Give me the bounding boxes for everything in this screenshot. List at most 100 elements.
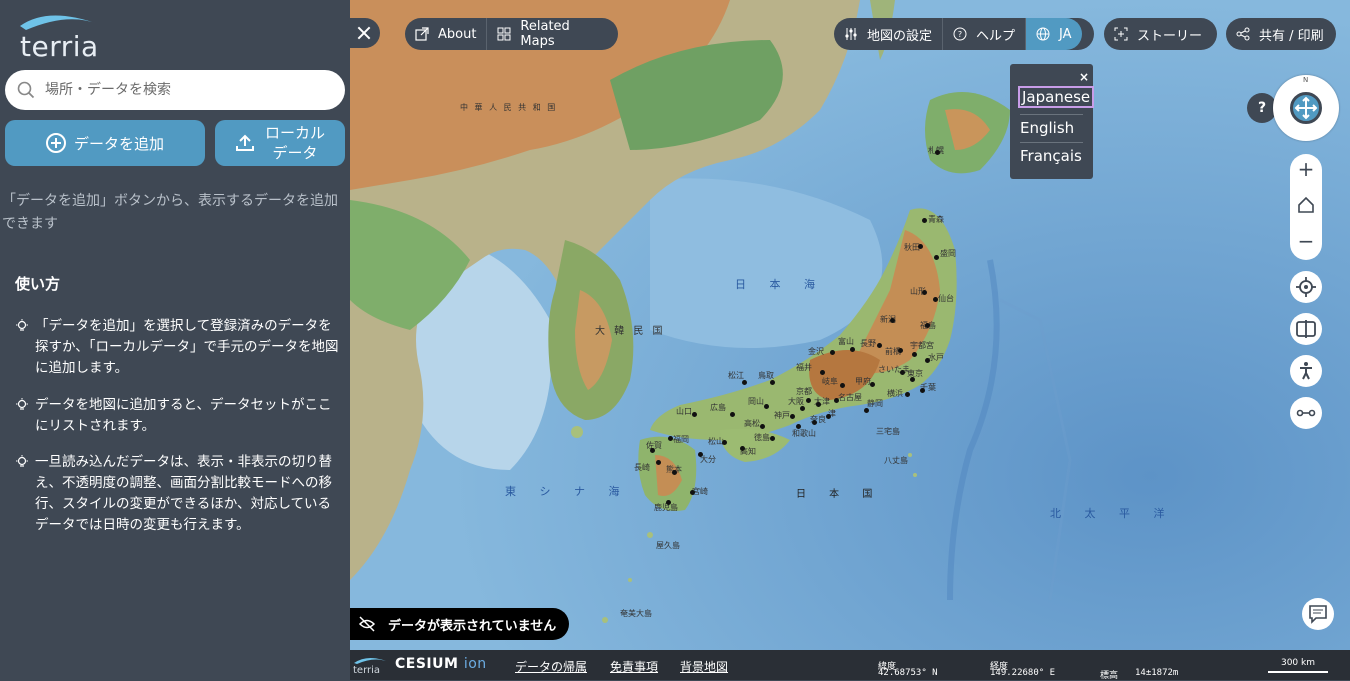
elevation-label: 標高	[1100, 671, 1119, 681]
map-canvas[interactable]: 日 本 海 東 シ ナ 海 北 太 平 洋 日 本 国 大 韓 民 国 中 華 …	[350, 0, 1350, 680]
my-location-button[interactable]	[1290, 271, 1322, 303]
city-marker	[816, 402, 821, 407]
language-option-english[interactable]: English	[1020, 119, 1074, 137]
feedback-button[interactable]	[1302, 598, 1334, 630]
city-marker	[905, 392, 910, 397]
city-label: 名古屋	[838, 393, 862, 402]
city-label: 長野	[860, 339, 876, 348]
story-icon	[1114, 27, 1128, 41]
local-data-label-2: データ	[272, 144, 318, 162]
lightbulb-icon	[16, 455, 28, 467]
city-marker	[840, 383, 845, 388]
add-data-button[interactable]: データを追加	[5, 120, 205, 166]
map-settings-button[interactable]: 地図の設定	[834, 18, 942, 50]
city-label: 長崎	[634, 463, 650, 472]
search-box[interactable]	[5, 70, 345, 110]
city-label: 岐阜	[822, 377, 838, 386]
upload-icon	[235, 134, 254, 151]
hidden-layer-icon	[358, 616, 376, 632]
city-marker	[770, 380, 775, 385]
city-label: 岡山	[748, 397, 764, 406]
compass-move-icon[interactable]	[1290, 92, 1322, 124]
city-marker	[722, 440, 727, 445]
divider	[1020, 114, 1083, 115]
story-button[interactable]: ストーリー	[1104, 18, 1217, 50]
city-label: 甲府	[855, 377, 871, 386]
tip-text: 「データを追加」を選択して登録済みのデータを探すか、「ローカルデータ」で手元のデ…	[35, 318, 339, 376]
city-label: 高松	[744, 419, 760, 428]
related-maps-button[interactable]: Related Maps	[486, 18, 618, 50]
zoom-control: + −	[1290, 154, 1322, 260]
close-icon[interactable]: ×	[1079, 70, 1089, 84]
terria-small-logo[interactable]: terria	[353, 665, 380, 676]
help-button[interactable]: ? ヘルプ	[942, 18, 1025, 50]
city-marker	[870, 382, 875, 387]
share-print-button[interactable]: 共有 / 印刷	[1226, 18, 1336, 50]
grid-icon	[497, 27, 511, 41]
howto-title: 使い方	[15, 275, 61, 293]
japan-label: 日 本 国	[796, 489, 883, 500]
local-data-button[interactable]: ローカル データ	[215, 120, 345, 166]
related-maps-label: Related Maps	[520, 19, 570, 49]
scale-bar: 300 km	[1268, 658, 1328, 673]
city-marker	[742, 380, 747, 385]
tip-item: 「データを追加」を選択して登録済みのデータを探すか、「ローカルデータ」で手元のデ…	[15, 316, 340, 379]
city-label: 神戸	[774, 411, 790, 420]
scale-label: 300 km	[1280, 658, 1316, 668]
help-circle-icon: ?	[953, 27, 967, 41]
elevation-value: 14±1872m	[1135, 668, 1179, 678]
basemap-credit-link[interactable]: 背景地図	[680, 658, 728, 675]
home-button[interactable]	[1290, 190, 1322, 220]
logo-text: terria	[20, 30, 99, 63]
no-data-status: データが表示されていません	[350, 608, 569, 640]
split-compare-button[interactable]	[1290, 313, 1322, 345]
measure-icon	[1296, 409, 1316, 417]
city-label: 八丈島	[884, 456, 908, 465]
city-marker	[912, 352, 917, 357]
cesium-label: CESIUM	[395, 656, 459, 672]
measure-tool-button[interactable]	[1290, 397, 1322, 429]
bottom-bar: terria CESIUM ion データの帰属 免責事項 背景地図 緯度 42…	[350, 650, 1350, 681]
close-workbench-button[interactable]	[350, 18, 380, 48]
zoom-out-button[interactable]: −	[1290, 226, 1322, 256]
city-label: さいたま	[878, 365, 910, 374]
city-label: 横浜	[887, 389, 903, 398]
divider	[1020, 142, 1083, 143]
language-button[interactable]: JA	[1025, 18, 1082, 50]
compass[interactable]: N	[1273, 75, 1339, 141]
empty-workbench-hint: 「データを追加」ボタンから、表示するデータを追加できます	[2, 193, 338, 232]
scale-line	[1268, 671, 1328, 673]
map-settings-label: 地図の設定	[867, 28, 933, 44]
city-marker	[740, 446, 745, 451]
city-label: 仙台	[938, 294, 954, 303]
about-button[interactable]: About	[405, 18, 486, 50]
city-label: 福岡	[673, 435, 689, 444]
cesium-ion-logo[interactable]: CESIUM ion	[395, 656, 487, 672]
search-icon	[17, 81, 35, 99]
no-data-label: データが表示されていません	[388, 618, 557, 634]
tip-item: データを地図に追加すると、データセットがここにリストされます。	[15, 395, 340, 437]
city-marker	[864, 408, 869, 413]
globe-icon	[1036, 27, 1050, 41]
latitude-value: 42.68753° N	[878, 668, 938, 678]
home-icon	[1298, 196, 1314, 213]
language-option-japanese[interactable]: Japanese	[1018, 86, 1095, 108]
search-input[interactable]	[45, 78, 335, 102]
city-marker	[650, 448, 655, 453]
accessibility-button[interactable]	[1290, 355, 1322, 387]
data-attribution-link[interactable]: データの帰属	[515, 658, 587, 675]
city-label: 盛岡	[940, 249, 956, 258]
external-link-icon	[415, 27, 429, 41]
city-marker	[656, 460, 661, 465]
city-marker	[730, 412, 735, 417]
east-china-sea-label: 東 シ ナ 海	[505, 485, 630, 498]
city-label: 金沢	[808, 347, 824, 356]
city-marker	[760, 424, 765, 429]
language-option-french[interactable]: Français	[1020, 147, 1082, 165]
pacific-label: 北 太 平 洋	[1050, 507, 1175, 520]
disclaimer-link[interactable]: 免責事項	[610, 658, 658, 675]
ion-label: ion	[463, 656, 487, 672]
svg-text:?: ?	[958, 30, 962, 39]
city-marker	[910, 377, 915, 382]
zoom-in-button[interactable]: +	[1290, 154, 1322, 184]
